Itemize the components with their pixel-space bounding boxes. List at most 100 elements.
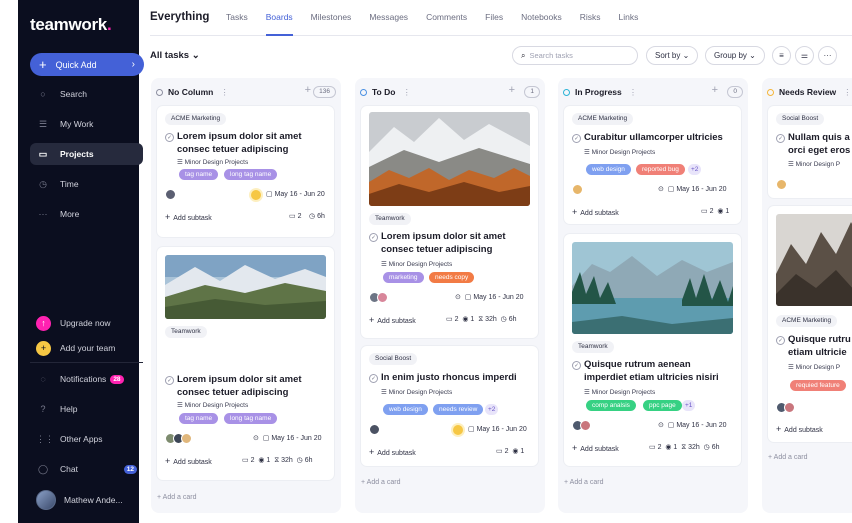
avatar[interactable] <box>369 424 380 435</box>
column-menu-icon[interactable]: ⋮ <box>629 87 638 98</box>
tab-milestones[interactable]: Milestones <box>311 12 352 36</box>
label-chip[interactable]: reported bug <box>636 164 685 175</box>
task-title[interactable]: Lorem ipsum dolor sit amet consec tetuer… <box>177 130 328 156</box>
search-icon: ○ <box>40 89 46 99</box>
avatar[interactable] <box>165 189 176 200</box>
label-chip[interactable]: needs copy <box>429 272 475 283</box>
task-card[interactable]: Social Boost ✓ In enim justo rhoncus imp… <box>361 346 538 466</box>
more-labels-chip[interactable]: +2 <box>688 164 702 175</box>
sort-by-button[interactable]: Sort by ⌄ <box>646 46 699 65</box>
filter-icon[interactable]: ≡ <box>772 46 791 65</box>
tab-risks[interactable]: Risks <box>580 12 601 36</box>
more-options-icon[interactable]: ··· <box>818 46 837 65</box>
complete-checkbox[interactable]: ✓ <box>369 374 378 383</box>
tab-messages[interactable]: Messages <box>369 12 408 36</box>
sidebar-item-chat[interactable]: ◯ Chat 12 <box>30 458 143 480</box>
all-tasks-dropdown[interactable]: All tasks ⌄ <box>150 50 200 61</box>
more-labels-chip[interactable]: +2 <box>485 404 499 415</box>
task-title[interactable]: Lorem ipsum dolor sit amet consec tetuer… <box>381 230 532 256</box>
column-menu-icon[interactable]: ⋮ <box>843 87 852 98</box>
complete-checkbox[interactable]: ✓ <box>776 336 785 345</box>
complete-checkbox[interactable]: ✓ <box>776 134 785 143</box>
complete-checkbox[interactable]: ✓ <box>165 376 174 385</box>
label-chip[interactable]: ppc page <box>643 400 682 411</box>
more-labels-chip[interactable]: +1 <box>682 400 696 411</box>
task-card[interactable]: Teamwork ✓ Lorem ipsum dolor sit amet co… <box>361 106 538 338</box>
task-title[interactable]: Quisque rutru etiam ultricie <box>788 333 852 359</box>
add-task-icon[interactable]: + <box>712 84 718 96</box>
label-chip[interactable]: web design <box>383 404 428 415</box>
add-card-button[interactable]: + Add a card <box>564 479 604 486</box>
task-card[interactable]: ACME Marketing ✓ Quisque rutru etiam ult… <box>768 206 852 442</box>
task-card[interactable]: ACME Marketing ✓ Lorem ipsum dolor sit a… <box>157 106 334 237</box>
add-subtask-button[interactable]: + Add subtask <box>776 424 823 434</box>
add-card-button[interactable]: + Add a card <box>768 454 808 461</box>
quick-add-button[interactable]: + Quick Add › <box>30 53 144 76</box>
avatar[interactable] <box>580 420 591 431</box>
sidebar-item-projects[interactable]: ▭ Projects <box>30 143 143 165</box>
task-card[interactable]: Teamwork ✓ Lorem ipsum dolor sit amet co… <box>157 247 334 480</box>
column-menu-icon[interactable]: ⋮ <box>402 87 411 98</box>
complete-checkbox[interactable]: ✓ <box>572 134 581 143</box>
avatar[interactable] <box>776 179 787 190</box>
label-chip[interactable]: web design <box>586 164 631 175</box>
sidebar-item-other-apps[interactable]: ⋮⋮ Other Apps <box>30 428 143 450</box>
complete-checkbox[interactable]: ✓ <box>165 133 174 142</box>
bell-icon: ◌ <box>40 374 46 384</box>
avatar[interactable] <box>181 433 192 444</box>
tab-links[interactable]: Links <box>619 12 639 36</box>
label-chip[interactable]: requied feature <box>790 380 846 391</box>
upgrade-now-item[interactable]: ↑ Upgrade now <box>30 312 143 334</box>
sidebar-item-help[interactable]: ? Help <box>30 398 143 420</box>
avatar[interactable] <box>784 402 795 413</box>
task-title[interactable]: Quisque rutrum aenean imperdiet etiam ul… <box>584 358 735 384</box>
list-icon: ☰ <box>38 118 48 129</box>
task-title[interactable]: Lorem ipsum dolor sit amet consec tetuer… <box>177 373 328 399</box>
tab-tasks[interactable]: Tasks <box>226 12 248 36</box>
card-cover-image <box>369 112 530 206</box>
add-task-icon[interactable]: + <box>509 84 515 96</box>
add-subtask-button[interactable]: + Add subtask <box>369 447 416 457</box>
add-subtask-button[interactable]: + Add subtask <box>165 212 212 222</box>
tab-files[interactable]: Files <box>485 12 503 36</box>
search-input[interactable]: ⌕ Search tasks <box>512 46 638 65</box>
settings-sliders-icon[interactable]: ⚌ <box>795 46 814 65</box>
user-profile-item[interactable]: Mathew Ande... <box>30 488 143 512</box>
column-menu-icon[interactable]: ⋮ <box>220 87 229 98</box>
add-task-icon[interactable]: + <box>305 84 311 96</box>
add-card-button[interactable]: + Add a card <box>361 479 401 486</box>
label-chip[interactable]: long tag name <box>224 413 278 424</box>
task-card[interactable]: ACME Marketing ✓ Curabitur ullamcorper u… <box>564 106 741 224</box>
label-chip[interactable]: tag name <box>179 169 219 180</box>
task-card[interactable]: Social Boost ✓ Nullam quis a orci eget e… <box>768 106 852 198</box>
label-chip[interactable]: tag name <box>179 413 219 424</box>
complete-checkbox[interactable]: ✓ <box>369 233 378 242</box>
sidebar-item-notifications[interactable]: ◌ Notifications 28 <box>30 368 143 390</box>
avatar[interactable] <box>572 184 583 195</box>
group-by-button[interactable]: Group by ⌄ <box>705 46 765 65</box>
add-card-button[interactable]: + Add a card <box>157 494 197 501</box>
sidebar-item-my-work[interactable]: ☰ My Work <box>30 113 143 135</box>
sidebar-item-time[interactable]: ◷ Time <box>30 173 143 195</box>
add-your-team-item[interactable]: + Add your team <box>30 337 143 359</box>
tab-comments[interactable]: Comments <box>426 12 467 36</box>
task-card[interactable]: Teamwork ✓ Quisque rutrum aenean imperdi… <box>564 234 741 466</box>
task-title[interactable]: In enim justo rhoncus imperdi <box>381 371 532 384</box>
add-subtask-button[interactable]: + Add subtask <box>572 207 619 217</box>
avatar[interactable] <box>377 292 388 303</box>
tab-boards[interactable]: Boards <box>265 12 293 36</box>
sidebar-item-search[interactable]: ○ Search <box>30 83 143 105</box>
add-subtask-button[interactable]: + Add subtask <box>369 315 416 325</box>
label-chip[interactable]: marketing <box>383 272 424 283</box>
add-subtask-button[interactable]: + Add subtask <box>572 443 619 453</box>
teamwork-logo[interactable]: teamwork. <box>30 15 112 35</box>
label-chip[interactable]: comp analsis <box>586 400 636 411</box>
tab-notebooks[interactable]: Notebooks <box>521 12 562 36</box>
sidebar-item-more[interactable]: ··· More <box>30 203 143 225</box>
complete-checkbox[interactable]: ✓ <box>572 361 581 370</box>
task-title[interactable]: Nullam quis a orci eget eros <box>788 131 852 157</box>
task-title[interactable]: Curabitur ullamcorper ultricies <box>584 131 735 144</box>
label-chip[interactable]: long tag name <box>224 169 278 180</box>
add-subtask-button[interactable]: + Add subtask <box>165 456 212 466</box>
label-chip[interactable]: needs review <box>433 404 484 415</box>
